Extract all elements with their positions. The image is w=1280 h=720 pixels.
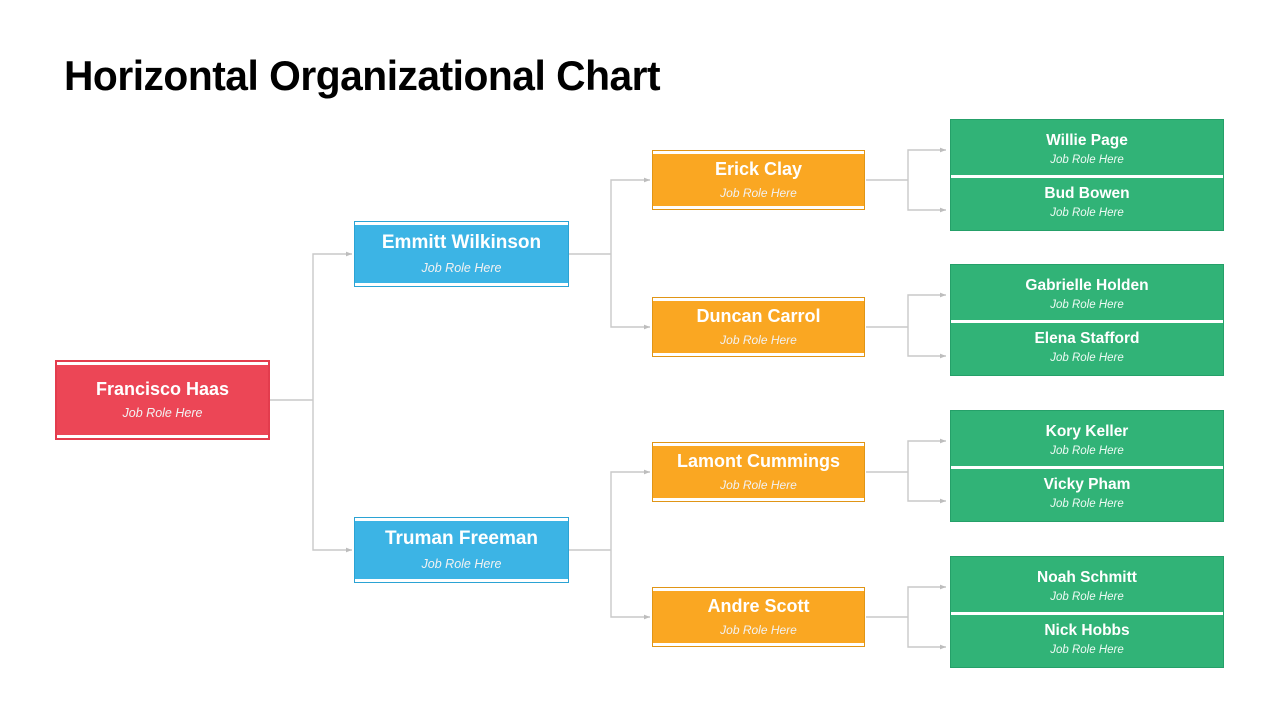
org-node-duncan-carrol[interactable]: Duncan Carrol Job Role Here — [652, 297, 865, 357]
org-node-vicky-pham[interactable]: Vicky Pham Job Role Here — [951, 466, 1223, 518]
org-node-emmitt-wilkinson[interactable]: Emmitt Wilkinson Job Role Here — [354, 221, 569, 287]
org-node-role: Job Role Here — [421, 556, 502, 571]
org-node-role: Job Role Here — [1050, 590, 1124, 603]
connector-duncan-to-gabrielle — [907, 292, 947, 327]
org-node-role: Job Role Here — [1050, 153, 1124, 166]
org-node-willie-page[interactable]: Willie Page Job Role Here — [951, 123, 1223, 175]
org-node-name: Andre Scott — [707, 596, 810, 616]
connector-root-to-truman — [312, 400, 353, 553]
org-node-role: Job Role Here — [421, 260, 502, 275]
page-title: Horizontal Organizational Chart — [64, 52, 661, 99]
org-node-role: Job Role Here — [1050, 352, 1124, 365]
org-node-name: Francisco Haas — [95, 378, 230, 399]
org-node-name: Vicky Pham — [1043, 476, 1131, 494]
org-node-name: Emmitt Wilkinson — [381, 231, 542, 253]
connector-duncan-to-elena — [907, 327, 947, 359]
org-node-role: Job Role Here — [1050, 444, 1124, 457]
org-leaf-group-andre-reports: Noah Schmitt Job Role Here Nick Hobbs Jo… — [950, 556, 1224, 668]
connector-lamont-to-kory — [907, 438, 947, 472]
connector-emmitt-to-duncan — [610, 254, 651, 330]
connector-truman-to-lamont — [610, 469, 651, 550]
org-chart-canvas: Horizontal Organizational Chart Francisc… — [0, 0, 1280, 720]
org-node-nick-hobbs[interactable]: Nick Hobbs Job Role Here — [951, 612, 1223, 664]
org-node-name: Erick Clay — [714, 159, 803, 179]
org-node-gabrielle-holden[interactable]: Gabrielle Holden Job Role Here — [951, 268, 1223, 320]
org-node-name: Duncan Carrol — [696, 306, 821, 326]
org-node-lamont-cummings[interactable]: Lamont Cummings Job Role Here — [652, 442, 865, 502]
org-node-andre-scott[interactable]: Andre Scott Job Role Here — [652, 587, 865, 647]
org-node-kory-keller[interactable]: Kory Keller Job Role Here — [951, 414, 1223, 466]
org-node-elena-stafford[interactable]: Elena Stafford Job Role Here — [951, 320, 1223, 372]
org-node-name: Lamont Cummings — [676, 451, 840, 471]
org-node-noah-schmitt[interactable]: Noah Schmitt Job Role Here — [951, 560, 1223, 612]
org-node-role: Job Role Here — [1050, 498, 1124, 511]
org-node-role: Job Role Here — [720, 185, 797, 200]
org-node-role: Job Role Here — [1050, 207, 1124, 220]
connector-emmitt-to-erick — [610, 177, 651, 254]
connector-andre-to-nick — [907, 617, 947, 650]
org-node-name: Nick Hobbs — [1044, 622, 1130, 640]
org-node-erick-clay[interactable]: Erick Clay Job Role Here — [652, 150, 865, 210]
org-node-role: Job Role Here — [720, 477, 797, 492]
org-node-name: Bud Bowen — [1044, 185, 1130, 203]
connector-root-to-emmitt — [312, 251, 353, 400]
org-node-truman-freeman[interactable]: Truman Freeman Job Role Here — [354, 517, 569, 583]
org-node-name: Noah Schmitt — [1037, 568, 1137, 586]
connector-erick-to-bud — [907, 180, 947, 213]
org-leaf-group-duncan-reports: Gabrielle Holden Job Role Here Elena Sta… — [950, 264, 1224, 376]
org-node-root[interactable]: Francisco Haas Job Role Here — [55, 360, 270, 440]
org-node-name: Kory Keller — [1045, 422, 1129, 440]
org-node-role: Job Role Here — [1050, 644, 1124, 657]
connector-erick-to-willie — [907, 147, 947, 180]
org-node-name: Gabrielle Holden — [1025, 276, 1149, 294]
org-node-role: Job Role Here — [1050, 298, 1124, 311]
org-node-name: Willie Page — [1046, 131, 1128, 149]
org-leaf-group-erick-reports: Willie Page Job Role Here Bud Bowen Job … — [950, 119, 1224, 231]
org-node-name: Truman Freeman — [384, 527, 539, 549]
connector-truman-to-andre — [610, 550, 651, 620]
org-node-role: Job Role Here — [122, 405, 203, 420]
connector-lamont-to-vicky — [907, 472, 947, 504]
connector-andre-to-noah — [907, 584, 947, 617]
org-node-role: Job Role Here — [720, 622, 797, 637]
org-node-name: Elena Stafford — [1034, 330, 1140, 348]
org-node-bud-bowen[interactable]: Bud Bowen Job Role Here — [951, 175, 1223, 227]
org-node-role: Job Role Here — [720, 332, 797, 347]
org-leaf-group-lamont-reports: Kory Keller Job Role Here Vicky Pham Job… — [950, 410, 1224, 522]
